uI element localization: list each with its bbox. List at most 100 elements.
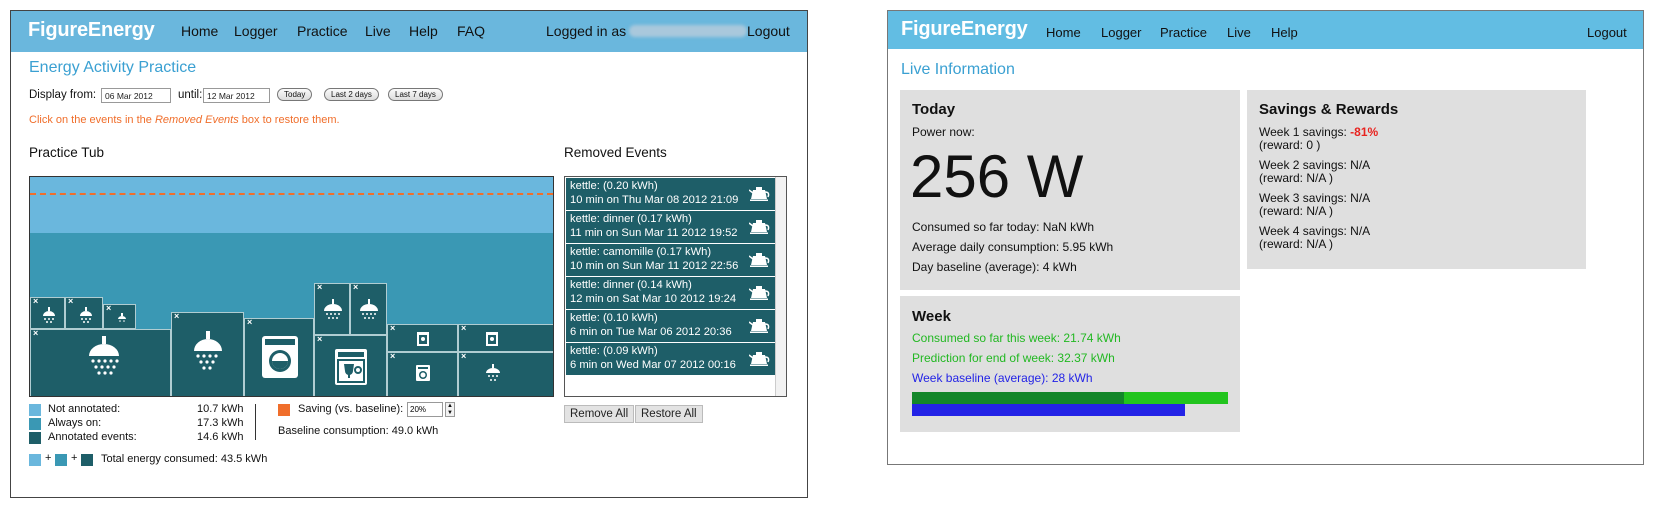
remove-event-icon[interactable]: × — [390, 351, 395, 361]
week-savings-label: Week 3 savings: — [1259, 191, 1351, 205]
nav-logger[interactable]: Logger — [1101, 25, 1141, 40]
until-date-input[interactable] — [203, 88, 270, 103]
tub-event-dishwasher[interactable]: × — [387, 323, 458, 352]
removed-event-time: 6 min on Tue Mar 06 2012 20:36 — [570, 325, 732, 338]
tub-event-shower[interactable]: × — [65, 296, 103, 329]
nav-faq[interactable]: FAQ — [457, 23, 485, 39]
brand-logo[interactable]: FigureEnergy — [28, 19, 155, 42]
week-savings-line: Week 2 savings: N/A — [1259, 158, 1370, 172]
remove-event-icon[interactable]: × — [247, 317, 252, 327]
remove-event-icon[interactable]: × — [68, 296, 73, 306]
remove-event-icon[interactable]: × — [390, 323, 395, 333]
baseline-dashed-line — [30, 193, 553, 195]
power-now-label: Power now: — [912, 125, 975, 139]
nav-logger[interactable]: Logger — [234, 23, 278, 39]
week-savings-label: Week 2 savings: — [1259, 158, 1351, 172]
tub-event-dishwasher[interactable]: × — [314, 334, 387, 396]
nav-home[interactable]: Home — [1046, 25, 1081, 40]
average-daily: Average daily consumption: 5.95 kWh — [912, 240, 1114, 254]
hint-text-1: Click on the events in the — [29, 114, 155, 126]
from-date-input[interactable] — [101, 88, 171, 103]
removed-event-item[interactable]: kettle: (0.10 kWh) 6 min on Tue Mar 06 20… — [566, 310, 775, 342]
remove-event-icon[interactable]: × — [33, 328, 38, 338]
week-reward: (reward: N/A ) — [1259, 204, 1334, 218]
tub-event-shower[interactable]: × — [30, 296, 65, 329]
removed-events-list[interactable]: kettle: (0.20 kWh) 10 min on Thu Mar 08 2… — [564, 176, 787, 397]
removed-events-scrollbar[interactable] — [775, 177, 786, 396]
week-consumed: Consumed so far this week: 21.74 kWh — [912, 331, 1121, 345]
nav-practice[interactable]: Practice — [1160, 25, 1207, 40]
remove-event-icon[interactable]: × — [106, 303, 111, 313]
nav-live[interactable]: Live — [365, 23, 391, 39]
display-from-label: Display from: — [29, 89, 97, 101]
kettle-icon — [749, 319, 770, 333]
removed-event-item[interactable]: kettle: dinner (0.17 kWh) 11 min on Sun M… — [566, 211, 775, 243]
remove-event-icon[interactable]: × — [353, 282, 358, 292]
total-swatch-not-annotated — [29, 454, 41, 466]
removed-event-time: 11 min on Sun Mar 11 2012 19:52 — [570, 226, 738, 239]
today-title: Today — [912, 101, 956, 118]
practice-tub[interactable]: × × × × × × × × × × × × × — [29, 176, 554, 397]
nav-help[interactable]: Help — [409, 23, 438, 39]
remove-event-icon[interactable]: × — [317, 334, 322, 344]
always-on-value: 17.3 kWh — [197, 417, 244, 429]
remove-event-icon[interactable]: × — [317, 282, 322, 292]
removed-event-item[interactable]: kettle: camomille (0.17 kWh) 10 min on Su… — [566, 244, 775, 276]
nav-home[interactable]: Home — [181, 23, 218, 39]
remove-event-icon[interactable]: × — [174, 311, 179, 321]
remove-event-icon[interactable]: × — [33, 296, 38, 306]
nav-logout[interactable]: Logout — [747, 23, 790, 39]
brand-logo[interactable]: FigureEnergy — [901, 18, 1028, 41]
kettle-icon — [749, 286, 770, 300]
removed-event-title: kettle: (0.20 kWh) — [570, 180, 658, 192]
stepper-down-icon[interactable]: ▼ — [446, 410, 454, 417]
last-2-days-button[interactable]: Last 2 days — [324, 88, 379, 101]
always-on-swatch — [29, 418, 41, 430]
consumed-today: Consumed so far today: NaN kWh — [912, 220, 1095, 234]
stepper-up-icon[interactable]: ▲ — [446, 403, 454, 410]
remove-event-icon[interactable]: × — [461, 351, 466, 361]
page-title: Energy Activity Practice — [29, 59, 197, 76]
week-savings-value: N/A — [1350, 191, 1371, 205]
removed-events-title: Removed Events — [564, 145, 667, 160]
dishwasher-icon — [486, 332, 498, 346]
tub-event-shower[interactable]: × — [171, 311, 244, 396]
annotated-value: 14.6 kWh — [197, 431, 244, 443]
saving-stepper[interactable]: ▲ ▼ — [445, 402, 455, 417]
plus-sign: + — [45, 452, 52, 464]
tub-event-shower[interactable]: × — [314, 282, 350, 335]
shower-icon — [486, 364, 500, 381]
removed-event-item[interactable]: kettle: (0.09 kWh) 6 min on Wed Mar 07 20… — [566, 343, 775, 375]
not-annotated-label: Not annotated: — [48, 403, 121, 415]
remove-all-button[interactable]: Remove All — [564, 405, 635, 423]
tub-event-shower[interactable]: × — [30, 328, 171, 396]
annotated-label: Annotated events: — [48, 431, 137, 443]
week-savings-line: Week 3 savings: N/A — [1259, 191, 1370, 205]
baseline-consumption: Baseline consumption: 49.0 kWh — [278, 425, 439, 437]
saving-percent-input[interactable] — [407, 402, 443, 417]
tub-event-shower[interactable]: × — [458, 351, 553, 396]
nav-logout[interactable]: Logout — [1587, 25, 1627, 40]
nav-practice[interactable]: Practice — [297, 23, 348, 39]
dishwasher-icon — [335, 349, 367, 385]
today-button[interactable]: Today — [277, 88, 313, 101]
washing-machine-icon — [262, 336, 298, 378]
removed-event-item[interactable]: kettle: (0.20 kWh) 10 min on Thu Mar 08 2… — [566, 178, 775, 210]
shower-icon — [89, 336, 119, 375]
last-7-days-button[interactable]: Last 7 days — [388, 88, 443, 101]
nav-help[interactable]: Help — [1271, 25, 1298, 40]
removed-event-title: kettle: camomille (0.17 kWh) — [570, 246, 712, 258]
restore-all-button[interactable]: Restore All — [635, 405, 703, 423]
removed-event-item[interactable]: kettle: dinner (0.14 kWh) 12 min on Sat M… — [566, 277, 775, 309]
shower-icon — [80, 307, 92, 323]
tub-event-washing-machine[interactable]: × — [387, 351, 458, 396]
tub-event-shower[interactable]: × — [350, 282, 387, 335]
nav-live[interactable]: Live — [1227, 25, 1251, 40]
logged-in-label: Logged in as — [546, 23, 627, 39]
tub-title: Practice Tub — [29, 145, 105, 160]
remove-event-icon[interactable]: × — [461, 323, 466, 333]
tub-event-shower[interactable]: × — [103, 303, 136, 329]
power-now-value: 256 W — [910, 143, 1084, 210]
tub-event-dishwasher[interactable]: × — [458, 323, 553, 352]
tub-event-washing-machine[interactable]: × — [244, 317, 314, 396]
